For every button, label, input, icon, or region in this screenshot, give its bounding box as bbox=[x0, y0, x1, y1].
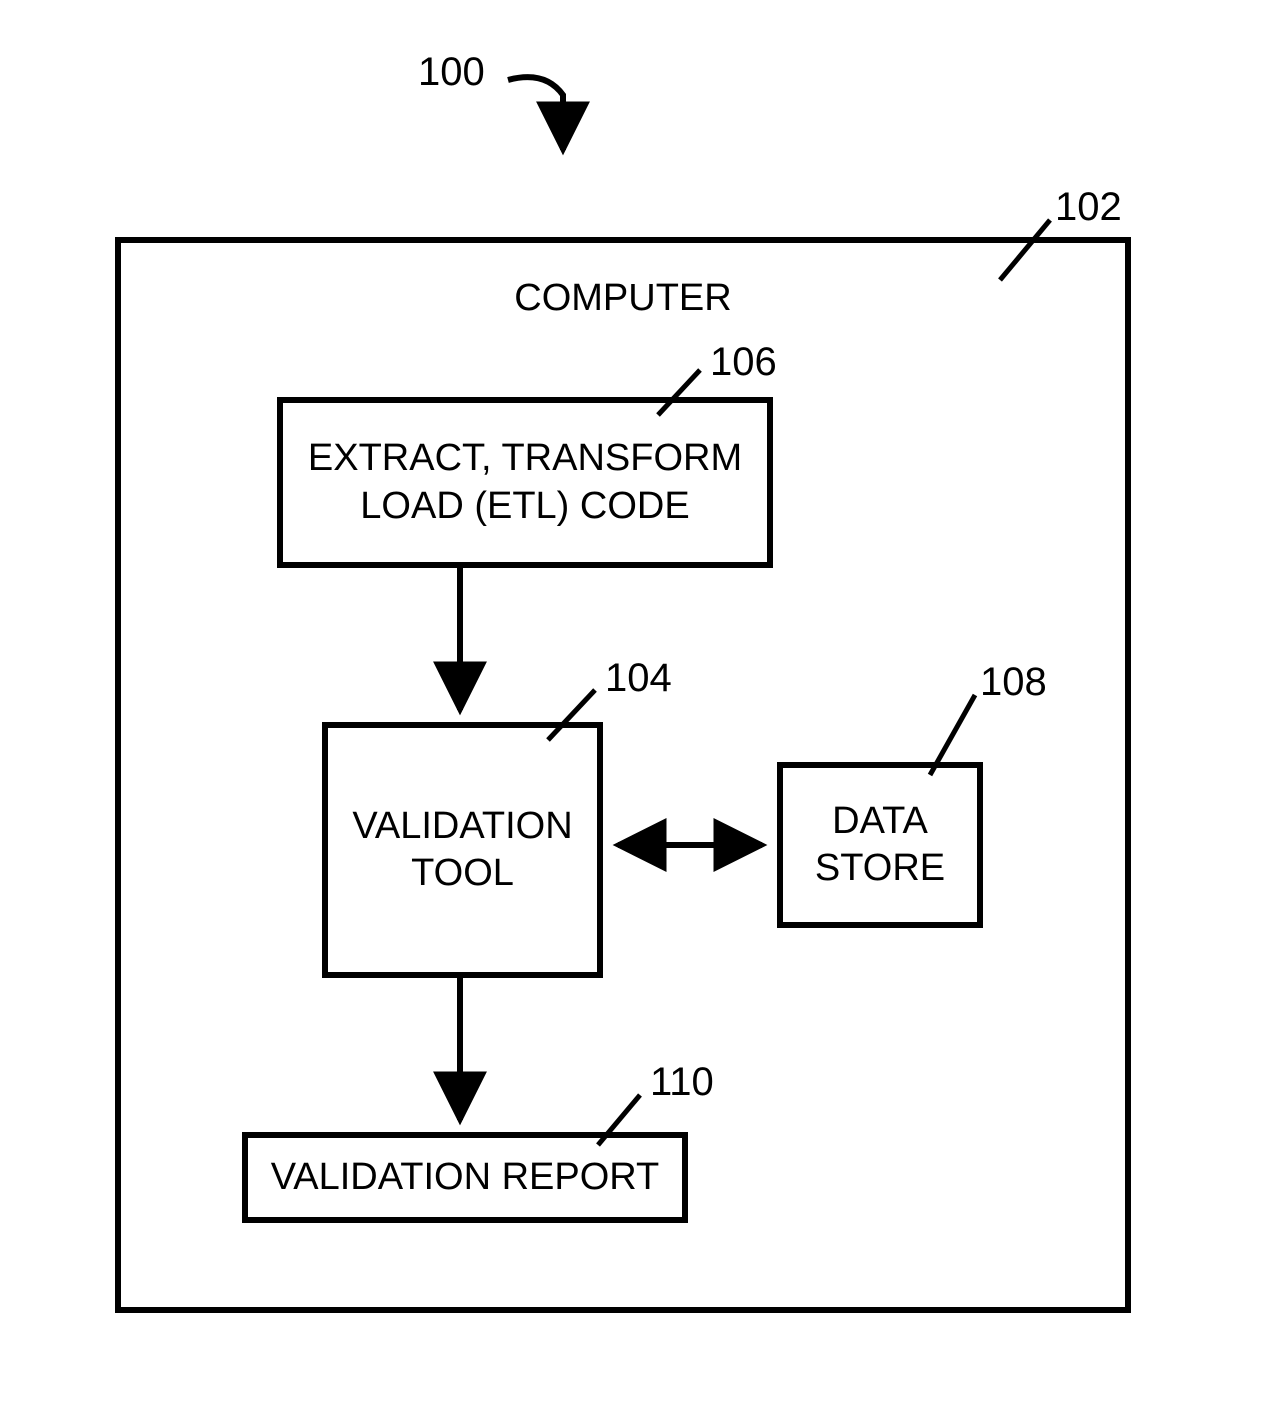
ref-100-arrow bbox=[508, 77, 563, 150]
diagram-stage: 100 102 106 104 108 110 COMPUTER EXTRACT… bbox=[0, 0, 1267, 1418]
label-validation-report: VALIDATION REPORT bbox=[245, 1135, 685, 1220]
label-computer-title: COMPUTER bbox=[118, 275, 1128, 323]
ref-label-106: 106 bbox=[710, 340, 777, 385]
label-etl-code: EXTRACT, TRANSFORM LOAD (ETL) CODE bbox=[280, 400, 770, 565]
leader-102 bbox=[1000, 220, 1050, 280]
ref-label-104: 104 bbox=[605, 656, 672, 701]
ref-label-110: 110 bbox=[650, 1060, 714, 1105]
ref-label-100: 100 bbox=[418, 50, 485, 95]
ref-label-102: 102 bbox=[1055, 185, 1122, 230]
label-data-store: DATA STORE bbox=[780, 765, 980, 925]
ref-label-108: 108 bbox=[980, 660, 1047, 705]
label-validation-tool: VALIDATION TOOL bbox=[325, 725, 600, 975]
